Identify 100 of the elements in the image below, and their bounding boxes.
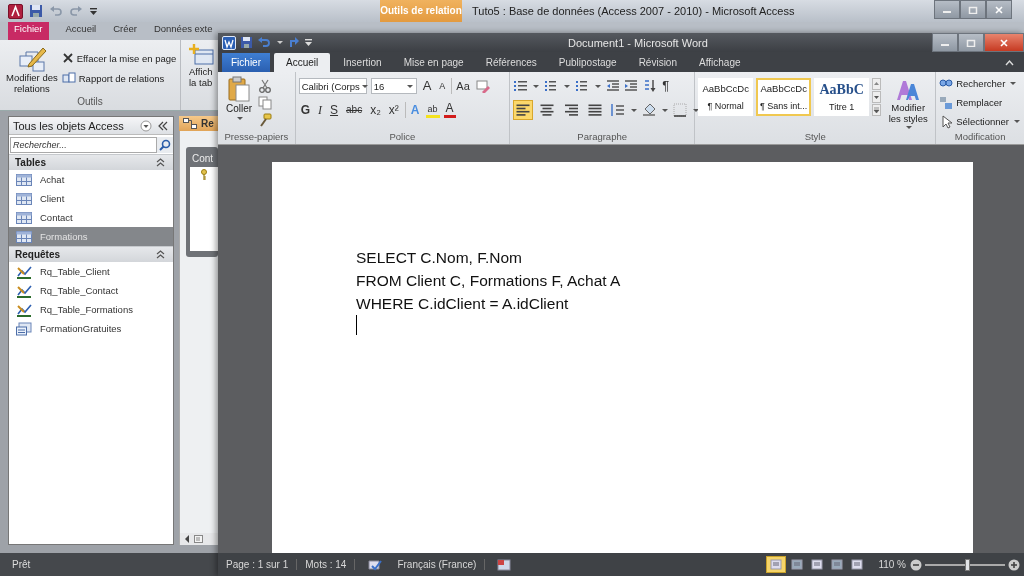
superscript-button[interactable]: x² (386, 102, 401, 118)
macro-icon[interactable] (497, 557, 512, 572)
ribbon-tab[interactable]: Publipostage (549, 53, 626, 72)
page-count[interactable]: Page : 1 sur 1 (226, 559, 298, 570)
search-field[interactable]: Rechercher... (10, 137, 157, 153)
table-card[interactable]: Cont (186, 147, 218, 257)
zoom-in-icon[interactable] (1008, 558, 1020, 571)
styles-icon (895, 78, 922, 102)
close-button[interactable] (986, 0, 1012, 19)
line-spacing-icon[interactable] (609, 103, 626, 117)
file-tab[interactable]: Fichier (222, 53, 270, 72)
customize-caret-icon[interactable] (89, 6, 98, 16)
shrink-font-button[interactable]: A (437, 78, 448, 94)
nav-item[interactable]: Rq_Table_Client (9, 262, 173, 281)
ribbon-tab[interactable]: Mise en page (394, 53, 473, 72)
maximize-button[interactable] (958, 33, 984, 52)
group-label: Paragraphe (576, 131, 628, 144)
collapse-icon[interactable] (156, 158, 165, 167)
show-table-button[interactable]: Affich la tab (181, 40, 215, 110)
italic-button[interactable]: I (316, 102, 324, 118)
close-button[interactable] (984, 33, 1024, 52)
search-button[interactable] (157, 137, 173, 153)
nav-item[interactable]: FormationGratuites (9, 319, 173, 338)
underline-button[interactable]: S (328, 102, 341, 118)
group-label: Style (803, 131, 827, 144)
decrease-indent-icon[interactable] (606, 79, 621, 93)
grow-font-button[interactable]: A (420, 78, 434, 94)
ribbon-tab[interactable]: Accueil (65, 22, 97, 34)
nav-item[interactable]: Contact (9, 208, 173, 227)
shading-icon[interactable] (642, 103, 657, 117)
borders-icon[interactable] (673, 103, 688, 117)
clear-layout-button[interactable]: Effacer la mise en page (61, 52, 177, 64)
gallery-more-icon[interactable] (872, 104, 882, 116)
minimize-button[interactable] (932, 33, 958, 52)
save-icon[interactable] (240, 36, 253, 49)
style-tile[interactable]: AaBbCcDc ¶ Normal (698, 78, 754, 116)
font-name-field[interactable]: Calibri (Corps (298, 78, 367, 94)
proofing-icon[interactable] (367, 557, 384, 572)
multilevel-list-icon[interactable] (575, 79, 590, 93)
file-tab[interactable]: Fichier (8, 22, 49, 40)
bold-button[interactable]: G (298, 102, 312, 118)
maximize-button[interactable] (960, 0, 986, 19)
view-button[interactable] (766, 556, 787, 573)
collapse-icon[interactable] (156, 250, 165, 259)
find-button[interactable]: Rechercher (939, 76, 1021, 91)
scroll-left-icon[interactable] (184, 535, 190, 543)
language-indicator[interactable]: Français (France) (397, 559, 486, 570)
scissors-icon[interactable] (258, 79, 273, 93)
zoom-level[interactable]: 110 % (878, 559, 906, 570)
ribbon-tab[interactable]: Données exte (153, 22, 213, 34)
document-tab[interactable]: Re (179, 116, 218, 131)
edit-relationships-button[interactable]: Modifier des relations (6, 44, 58, 96)
minimize-button[interactable] (934, 0, 960, 19)
align-left-button[interactable] (513, 100, 534, 120)
word-count[interactable]: Mots : 14 (305, 559, 356, 570)
nav-item[interactable]: Rq_Table_Contact (9, 281, 173, 300)
gallery-down-icon[interactable] (872, 91, 882, 103)
style-preview: AaBbCcDc (702, 83, 749, 95)
dropdown-icon[interactable] (140, 119, 152, 132)
ribbon-tab[interactable]: Affichage (690, 53, 750, 72)
group-header[interactable]: Tables (9, 154, 173, 170)
slider-thumb[interactable] (964, 558, 970, 571)
style-tile[interactable]: AaBbCcDc ¶ Sans int... (756, 78, 812, 116)
change-styles-button[interactable]: Modifier les styles (884, 76, 933, 131)
select-button[interactable]: Sélectionner (939, 114, 1021, 129)
change-case-button[interactable]: Aa (451, 78, 472, 94)
save-icon[interactable] (29, 4, 43, 18)
minimize-ribbon-icon[interactable] (1005, 59, 1014, 66)
style-tile[interactable]: AaBbC Titre 1 (814, 78, 870, 116)
scroll-thumb-icon[interactable] (194, 535, 203, 543)
app-icon[interactable] (8, 3, 23, 19)
highlight-button[interactable]: ab (425, 102, 440, 118)
gallery-up-icon[interactable] (872, 78, 882, 90)
report-button[interactable]: Rapport de relations (61, 72, 177, 84)
ribbon-tab[interactable]: Créer (113, 22, 137, 34)
numbered-list-icon[interactable] (544, 79, 559, 93)
font-color-button[interactable]: A (443, 102, 456, 118)
group-header[interactable]: Requêtes (9, 246, 173, 262)
customize-caret-icon[interactable] (304, 38, 313, 47)
replace-button[interactable]: Remplacer (939, 95, 1021, 110)
ribbon-tab[interactable]: Accueil (274, 53, 331, 72)
ribbon-tab[interactable]: Références (476, 53, 546, 72)
subscript-button[interactable]: x₂ (368, 102, 383, 118)
zoom-out-icon[interactable] (910, 558, 922, 571)
strikethrough-button[interactable]: abc (344, 102, 365, 118)
ribbon-tab[interactable]: Révision (629, 53, 686, 72)
clear-format-icon[interactable] (475, 79, 490, 93)
format-painter-icon[interactable] (258, 113, 273, 127)
sort-icon[interactable] (642, 79, 657, 93)
group-label: Tables (15, 157, 47, 168)
increase-indent-icon[interactable] (624, 79, 639, 93)
nav-item[interactable]: Achat (9, 170, 173, 189)
nav-item[interactable]: Client (9, 189, 173, 208)
collapse-pane-icon[interactable] (157, 120, 169, 131)
show-marks-button[interactable]: ¶ (660, 78, 672, 94)
ribbon-tab[interactable]: Insertion (334, 53, 391, 72)
font-size-field[interactable]: 16 (370, 78, 417, 94)
paste-button[interactable]: Coller (226, 76, 253, 131)
nav-item[interactable]: Rq_Table_Formations (9, 300, 173, 319)
bullet-list-icon[interactable] (513, 79, 528, 93)
